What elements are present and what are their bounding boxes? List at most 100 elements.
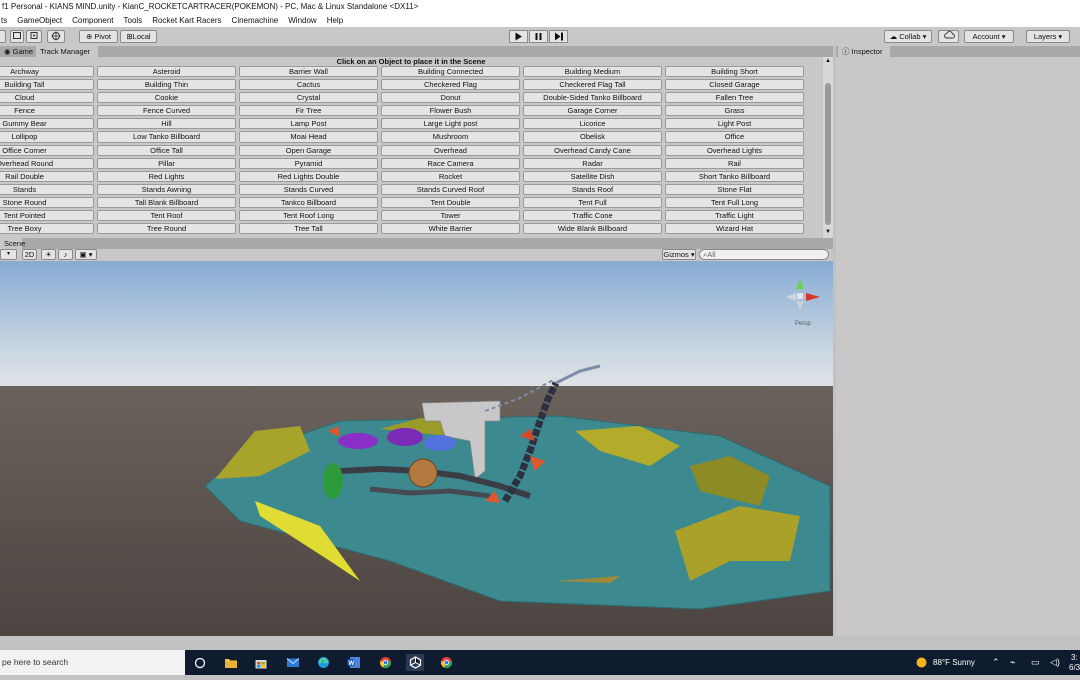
track-item-fence-curved-button[interactable]: Fence Curved xyxy=(97,105,236,117)
task-view-icon[interactable] xyxy=(191,654,209,671)
effects-dropdown[interactable]: ▣ ▾ xyxy=(75,249,97,260)
track-item-stands-awning-button[interactable]: Stands Awning xyxy=(97,183,236,195)
track-item-gummy-bear-button[interactable]: Gummy Bear xyxy=(0,118,94,130)
track-item-obelisk-button[interactable]: Obelisk xyxy=(523,131,662,143)
tab-scene[interactable]: Scene xyxy=(0,238,25,249)
weather-sun-icon[interactable] xyxy=(912,654,930,671)
local-toggle[interactable]: ⊞Local xyxy=(120,30,157,43)
track-item-pyramid-button[interactable]: Pyramid xyxy=(239,157,378,169)
rect-tool-button[interactable] xyxy=(0,30,6,43)
track-item-checkered-flag-tall-button[interactable]: Checkered Flag Tall xyxy=(523,79,662,91)
play-button[interactable] xyxy=(509,30,528,43)
menu-cinemachine[interactable]: Cinemachine xyxy=(227,14,284,27)
track-item-fir-tree-button[interactable]: Fir Tree xyxy=(239,105,378,117)
track-manager-scrollbar[interactable]: ▲ ▼ xyxy=(823,57,833,238)
track-item-red-lights-button[interactable]: Red Lights xyxy=(97,170,236,182)
track-item-stands-curved-button[interactable]: Stands Curved xyxy=(239,183,378,195)
track-item-tree-round-button[interactable]: Tree Round xyxy=(97,223,236,235)
track-item-barrier-wall-button[interactable]: Barrier Wall xyxy=(239,66,378,78)
audio-toggle[interactable]: ♪ xyxy=(58,249,73,260)
track-item-overhead-candy-cane-button[interactable]: Overhead Candy Cane xyxy=(523,144,662,156)
track-item-pillar-button[interactable]: Pillar xyxy=(97,157,236,169)
track-item-office-button[interactable]: Office xyxy=(665,131,804,143)
track-item-flower-bush-button[interactable]: Flower Bush xyxy=(381,105,520,117)
collab-dropdown[interactable]: ☁ Collab ▾ xyxy=(884,30,932,43)
track-item-hill-button[interactable]: Hill xyxy=(97,118,236,130)
track-item-cookie-button[interactable]: Cookie xyxy=(97,92,236,104)
track-item-stone-round-button[interactable]: Stone Round xyxy=(0,196,94,209)
network-icon[interactable]: ⌁ xyxy=(1010,650,1015,675)
lighting-toggle[interactable]: ☀ xyxy=(41,249,56,260)
notification-icon[interactable]: ▭ xyxy=(1031,650,1040,675)
track-item-overhead-button[interactable]: Overhead xyxy=(381,144,520,156)
scene-search-input[interactable]: ⌕All xyxy=(699,249,829,260)
chrome-icon[interactable] xyxy=(376,654,394,671)
track-item-tent-roof-long-button[interactable]: Tent Roof Long xyxy=(239,210,378,222)
track-item-building-short-button[interactable]: Building Short xyxy=(665,66,804,78)
menu-component[interactable]: Component xyxy=(67,14,118,27)
track-item-light-post-button[interactable]: Light Post xyxy=(665,118,804,130)
track-item-tree-boxy-button[interactable]: Tree Boxy xyxy=(0,223,94,235)
track-item-tent-pointed-button[interactable]: Tent Pointed xyxy=(0,210,94,222)
track-item-double-sided-tanko-billboard-button[interactable]: Double-Sided Tanko Billboard xyxy=(523,92,662,104)
layers-dropdown[interactable]: Layers ▾ xyxy=(1026,30,1070,43)
track-item-building-medium-button[interactable]: Building Medium xyxy=(523,66,662,78)
chevron-up-icon[interactable]: ⌃ xyxy=(992,650,1000,675)
pivot-toggle[interactable]: ⊕ Pivot xyxy=(79,30,118,43)
tab-game[interactable]: ◉ Game xyxy=(0,46,34,57)
track-item-licorice-button[interactable]: Licorice xyxy=(523,118,662,130)
track-item-radar-button[interactable]: Radar xyxy=(523,157,662,169)
track-item-grass-button[interactable]: Grass xyxy=(665,105,804,117)
volume-icon[interactable]: ◁) xyxy=(1050,650,1060,675)
track-item-wide-blank-billboard-button[interactable]: Wide Blank Billboard xyxy=(523,223,662,235)
track-item-tower-button[interactable]: Tower xyxy=(381,210,520,222)
track-item-archway-button[interactable]: Archway xyxy=(0,66,94,78)
track-item-satellite-dish-button[interactable]: Satellite Dish xyxy=(523,170,662,182)
track-item-large-light-post-button[interactable]: Large Light post xyxy=(381,118,520,130)
track-item-lamp-post-button[interactable]: Lamp Post xyxy=(239,118,378,130)
track-item-stands-roof-button[interactable]: Stands Roof xyxy=(523,183,662,195)
file-explorer-icon[interactable] xyxy=(222,654,240,671)
track-item-crystal-button[interactable]: Crystal xyxy=(239,92,378,104)
track-item-stands-curved-roof-button[interactable]: Stands Curved Roof xyxy=(381,183,520,195)
track-item-checkered-flag-button[interactable]: Checkered Flag xyxy=(381,79,520,91)
clock-date[interactable]: 6/3 xyxy=(1069,655,1080,680)
track-item-cactus-button[interactable]: Cactus xyxy=(239,79,378,91)
track-item-tankco-billboard-button[interactable]: Tankco Billboard xyxy=(239,196,378,209)
shading-mode-dropdown[interactable]: ▾ xyxy=(0,249,17,260)
track-item-moai-head-button[interactable]: Moai Head xyxy=(239,131,378,143)
pause-button[interactable] xyxy=(529,30,548,43)
taskbar-search-input[interactable]: pe here to search xyxy=(0,650,185,675)
chrome-icon[interactable] xyxy=(437,654,455,671)
track-item-overhead-round-button[interactable]: Overhead Round xyxy=(0,157,94,169)
track-item-fallen-tree-button[interactable]: Fallen Tree xyxy=(665,92,804,104)
track-item-asteroid-button[interactable]: Asteroid xyxy=(97,66,236,78)
track-item-cloud-button[interactable]: Cloud xyxy=(0,92,94,104)
track-item-mushroom-button[interactable]: Mushroom xyxy=(381,131,520,143)
track-item-office-corner-button[interactable]: Office Corner xyxy=(0,144,94,156)
track-item-tent-full-button[interactable]: Tent Full xyxy=(523,196,662,209)
track-item-red-lights-double-button[interactable]: Red Lights Double xyxy=(239,170,378,182)
track-item-short-tanko-billboard-button[interactable]: Short Tanko Billboard xyxy=(665,170,804,182)
cloud-button[interactable] xyxy=(938,30,959,43)
mail-icon[interactable] xyxy=(284,654,302,671)
track-item-lollipop-button[interactable]: Lollipop xyxy=(0,131,94,143)
menu-tools[interactable]: Tools xyxy=(119,14,148,27)
track-item-tent-roof-button[interactable]: Tent Roof xyxy=(97,210,236,222)
menu-window[interactable]: Window xyxy=(283,14,321,27)
track-item-white-barrier-button[interactable]: White Barrier xyxy=(381,223,520,235)
menu-gameobject[interactable]: GameObject xyxy=(12,14,67,27)
track-item-building-thin-button[interactable]: Building Thin xyxy=(97,79,236,91)
track-item-stands-button[interactable]: Stands xyxy=(0,183,94,195)
weather-text[interactable]: 88°F Sunny xyxy=(933,650,975,675)
word-icon[interactable]: W xyxy=(345,654,363,671)
account-dropdown[interactable]: Account ▾ xyxy=(964,30,1014,43)
track-item-garage-corner-button[interactable]: Garage Corner xyxy=(523,105,662,117)
scroll-up-icon[interactable]: ▲ xyxy=(825,58,831,64)
track-item-tree-tall-button[interactable]: Tree Tall xyxy=(239,223,378,235)
track-item-low-tanko-billboard-button[interactable]: Low Tanko Billboard xyxy=(97,131,236,143)
scene-view[interactable]: Persp xyxy=(0,261,833,636)
scroll-down-icon[interactable]: ▼ xyxy=(825,229,831,235)
track-item-race-camera-button[interactable]: Race Camera xyxy=(381,157,520,169)
menu-help[interactable]: Help xyxy=(322,14,348,27)
